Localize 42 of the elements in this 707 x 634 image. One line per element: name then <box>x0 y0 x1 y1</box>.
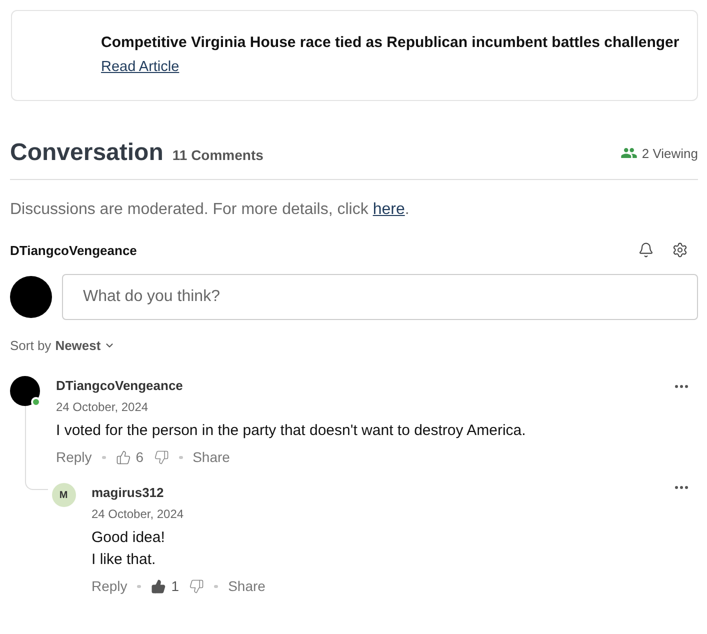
bell-icon <box>638 242 654 258</box>
share-button[interactable]: Share <box>192 449 230 465</box>
reply-button[interactable]: Reply <box>92 578 128 594</box>
current-user-name: DTiangcoVengeance <box>10 242 137 258</box>
comment-text: Good idea! <box>92 528 166 548</box>
ellipsis-icon <box>675 385 688 388</box>
moderation-notice: Discussions are moderated. For more details, click here. <box>10 200 410 220</box>
more-button[interactable] <box>675 385 688 388</box>
comment-count: 11 Comments <box>172 147 264 163</box>
thread-line <box>24 406 26 477</box>
comment-input[interactable]: What do you think? <box>62 274 698 320</box>
sort-label: Sort by <box>10 338 52 352</box>
people-icon <box>620 148 637 158</box>
viewing-count: 2 Viewing <box>642 146 698 160</box>
settings-button[interactable] <box>672 242 688 258</box>
details-link[interactable]: here <box>372 201 405 218</box>
thumbs-down-icon <box>189 578 204 594</box>
reply-button[interactable]: Reply <box>56 449 92 465</box>
settings-icon <box>672 242 688 258</box>
comment-author: magirus312 <box>92 485 165 501</box>
user-avatar <box>10 276 52 318</box>
comment-date: 24 October, 2024 <box>56 399 150 415</box>
notifications-button[interactable] <box>638 242 654 258</box>
comment-text: I like that. <box>92 550 157 570</box>
user-avatar: M <box>52 483 76 507</box>
conversation-title: Conversation <box>10 138 164 168</box>
more-button[interactable] <box>675 486 688 489</box>
thumbs-down-icon <box>154 450 169 464</box>
thread-connector-line <box>24 477 48 490</box>
comment-date: 24 October, 2024 <box>92 506 185 522</box>
ellipsis-icon <box>675 486 688 489</box>
comment-author: DTiangcoVengeance <box>56 378 184 394</box>
comment-text: I voted for the person in the party that doesn't want to destroy America. <box>56 421 527 441</box>
article-headline: Competitive Virginia House race tied as Republican incumbent battles challenger <box>101 34 680 52</box>
dislike-button[interactable] <box>189 578 204 594</box>
dislike-button[interactable] <box>154 450 169 464</box>
like-button[interactable]: 1 <box>151 578 180 594</box>
like-button[interactable]: 6 <box>116 449 144 465</box>
user-avatar <box>10 376 40 406</box>
read-article-link[interactable]: Read Article <box>101 58 180 76</box>
sort-dropdown[interactable]: Newest <box>55 338 115 352</box>
share-button[interactable]: Share <box>228 578 266 594</box>
